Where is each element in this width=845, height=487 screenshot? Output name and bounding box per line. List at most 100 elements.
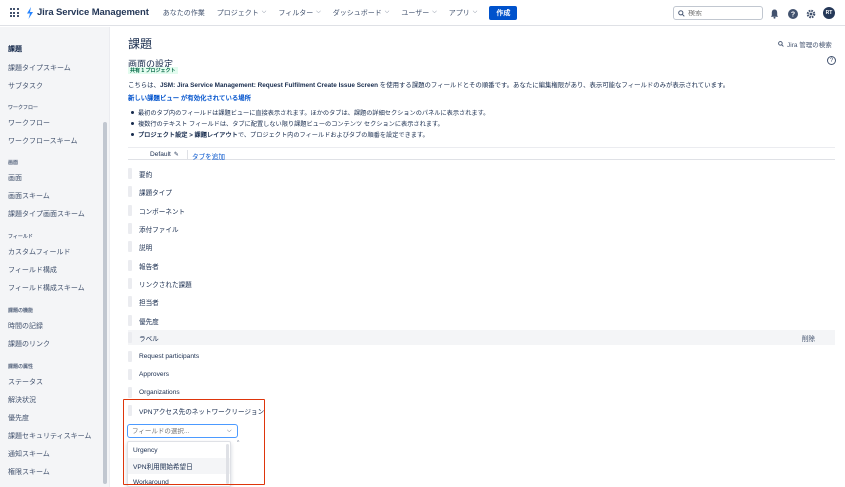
sidebar-title: 課題	[8, 46, 22, 53]
field-label: 課題タイプ	[139, 189, 172, 197]
user-avatar[interactable]: RT	[823, 7, 835, 19]
field-label: コンポーネント	[139, 208, 186, 216]
create-button[interactable]: 作成	[489, 5, 518, 20]
nav-projects[interactable]: プロジェクト ⌵	[217, 8, 267, 18]
drag-handle[interactable]	[128, 369, 132, 380]
jira-admin-search-link[interactable]: Jira 管理の検索	[778, 39, 832, 49]
sidebar-item-field-configurations[interactable]: フィールド構成	[8, 265, 57, 275]
drag-handle[interactable]	[128, 315, 132, 326]
tab-default-label: Default	[150, 151, 171, 158]
nav-label: フィルター	[278, 9, 314, 17]
new-issue-view-link[interactable]: 新しい課題ビュー が有効化されている場所	[128, 93, 251, 102]
tab-default[interactable]: Default ✎	[150, 151, 179, 158]
field-label: 要約	[139, 171, 153, 179]
field-row-assignee[interactable]: 担当者	[128, 294, 835, 309]
tab-divider	[187, 150, 188, 160]
drag-handle[interactable]	[128, 168, 132, 179]
sidebar-item-permission-schemes[interactable]: 権限スキーム	[8, 467, 50, 477]
nav-label: アプリ	[448, 9, 470, 17]
shared-projects-badge[interactable]: 共有 1 プロジェクト	[128, 67, 178, 74]
sidebar-item-workflow-schemes[interactable]: ワークフロースキーム	[8, 136, 77, 146]
add-tab-link[interactable]: タブを追加	[192, 151, 225, 161]
sidebar-scrollbar[interactable]	[103, 122, 107, 484]
sidebar-item-field-configuration-schemes[interactable]: フィールド構成スキーム	[8, 283, 85, 293]
page-title: 課題	[128, 37, 153, 51]
drag-handle[interactable]	[128, 332, 132, 343]
field-row-approvers[interactable]: Approvers	[128, 367, 835, 382]
field-row-labels[interactable]: ラベル 削除	[128, 330, 835, 345]
drag-handle[interactable]	[128, 186, 132, 197]
screen-description: こちらは、JSM: Jira Service Management: Reque…	[128, 80, 729, 89]
field-row-components[interactable]: コンポーネント	[128, 203, 835, 218]
field-row-description[interactable]: 説明	[128, 239, 835, 254]
drag-handle[interactable]	[128, 205, 132, 216]
highlight-annotation-box	[123, 399, 265, 485]
field-row-attachments[interactable]: 添付ファイル	[128, 221, 835, 236]
field-row-request-participants[interactable]: Request participants	[128, 349, 835, 364]
sidebar-item-issue-linking[interactable]: 課題のリンク	[8, 339, 50, 349]
sidebar-item-issue-type-schemes[interactable]: 課題タイプスキーム	[8, 63, 71, 73]
sidebar-item-priorities[interactable]: 優先度	[8, 413, 29, 423]
sidebar-item-subtasks[interactable]: サブタスク	[8, 81, 43, 91]
help-icon[interactable]: ?	[787, 8, 798, 19]
nav-filters[interactable]: フィルター ⌵	[278, 8, 320, 18]
search-icon	[678, 9, 685, 17]
field-row-linked-issues[interactable]: リンクされた課題	[128, 276, 835, 291]
sidebar-section-issue-features: 課題の機能	[8, 308, 34, 314]
search-box[interactable]	[673, 6, 763, 20]
sidebar-item-custom-fields[interactable]: カスタムフィールド	[8, 247, 70, 257]
chevron-down-icon: ⌵	[384, 9, 390, 15]
app-switcher-icon[interactable]	[8, 7, 20, 19]
nav-dashboards[interactable]: ダッシュボード ⌵	[333, 8, 390, 18]
chevron-down-icon: ⌵	[432, 9, 437, 15]
top-navigation: Jira Service Management あなたの作業 プロジェクト ⌵ フ…	[0, 0, 845, 26]
pencil-edit-icon[interactable]: ✎	[174, 151, 179, 158]
drag-handle[interactable]	[128, 387, 132, 398]
sidebar-item-notification-schemes[interactable]: 通知スキーム	[8, 449, 50, 459]
field-label: リンクされた課題	[139, 281, 192, 289]
sidebar-item-workflows[interactable]: ワークフロー	[8, 118, 50, 128]
field-label: Approvers	[139, 371, 170, 378]
desc-prefix: こちらは、	[128, 82, 160, 89]
nav-label: あなたの作業	[162, 9, 205, 17]
drag-handle[interactable]	[128, 351, 132, 362]
field-label: Request participants	[139, 353, 200, 360]
search-input[interactable]	[688, 9, 758, 17]
sidebar-section-screens: 画面	[8, 160, 19, 166]
sidebar-item-screens[interactable]: 画面	[8, 173, 22, 183]
nav-your-work[interactable]: あなたの作業	[163, 8, 205, 18]
field-row-organizations[interactable]: Organizations	[128, 385, 835, 400]
product-logo[interactable]: Jira Service Management	[26, 6, 149, 19]
sidebar-item-time-tracking[interactable]: 時間の記録	[8, 321, 43, 331]
settings-gear-icon[interactable]	[805, 8, 816, 19]
drag-handle[interactable]	[128, 223, 132, 234]
drag-handle[interactable]	[128, 296, 132, 307]
search-icon	[778, 41, 784, 47]
field-label: ラベル	[139, 335, 159, 343]
sidebar-item-issue-security-schemes[interactable]: 課題セキュリティスキーム	[8, 431, 91, 441]
field-row-reporter[interactable]: 報告者	[128, 258, 835, 273]
drag-handle[interactable]	[128, 241, 132, 252]
sidebar-item-resolutions[interactable]: 解決状況	[8, 395, 36, 405]
remove-field-button[interactable]: 削除	[802, 333, 815, 343]
sidebar-item-statuses[interactable]: ステータス	[8, 377, 43, 387]
field-label: Organizations	[139, 389, 180, 396]
nav-users[interactable]: ユーザー ⌵	[401, 8, 436, 18]
jsm-bolt-icon	[27, 6, 33, 19]
field-row-priority[interactable]: 優先度	[128, 313, 835, 328]
drag-handle[interactable]	[128, 278, 132, 289]
product-name: Jira Service Management	[37, 7, 149, 18]
sidebar-item-issue-type-screen-schemes[interactable]: 課題タイプ画面スキーム	[8, 209, 85, 219]
bullet-bold-text: プロジェクト設定 > 課題レイアウト	[138, 132, 238, 139]
sidebar-item-screen-schemes[interactable]: 画面スキーム	[8, 191, 50, 201]
drag-handle[interactable]	[128, 260, 132, 271]
field-row-issue-type[interactable]: 課題タイプ	[128, 184, 835, 199]
nav-label: プロジェクト	[216, 9, 259, 17]
nav-apps[interactable]: アプリ ⌵	[449, 8, 478, 18]
notifications-icon[interactable]	[769, 8, 780, 19]
help-circle-icon[interactable]: ?	[827, 56, 836, 65]
sidebar-section-workflows: ワークフロー	[8, 105, 39, 111]
field-row-summary[interactable]: 要約	[128, 166, 835, 181]
field-label: 優先度	[139, 318, 159, 326]
admin-sidebar: 課題 課題タイプスキーム サブタスク ワークフロー ワークフロー ワークフロース…	[0, 27, 110, 487]
